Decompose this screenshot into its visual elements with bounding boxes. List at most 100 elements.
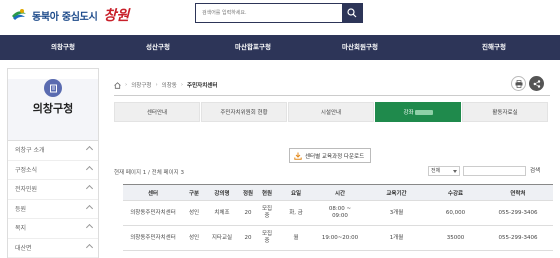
- breadcrumb-separator: ›: [155, 82, 158, 88]
- download-courses-button[interactable]: 센터별 교육과정 다운로드: [289, 148, 371, 163]
- nav-item-masanhappo[interactable]: 마산합포구청: [208, 35, 298, 60]
- tab-archive[interactable]: 활동자료실: [462, 102, 548, 122]
- logo-mark-icon: [10, 6, 28, 24]
- table-cell: 055-299-3406: [483, 200, 553, 226]
- column-header: 센터: [123, 184, 183, 201]
- content-divider: [114, 95, 550, 96]
- table-cell: 성인: [183, 200, 205, 226]
- sidebar-title: 의창구청: [32, 102, 74, 115]
- breadcrumb-item[interactable]: 의창동: [162, 81, 177, 89]
- share-icon: [533, 79, 540, 88]
- chevron-up-icon: [85, 243, 94, 251]
- content-tabs: 센터안내 주민자치위원회 현황 시설안내 강좌 활동자료실: [114, 102, 550, 122]
- table-cell[interactable]: 치체조: [205, 200, 239, 226]
- table-cell: 3개월: [365, 200, 428, 226]
- download-icon: [294, 152, 302, 160]
- sidebar-item-welfare[interactable]: 복지: [8, 219, 98, 239]
- nav-item-seongsan[interactable]: 성산구청: [113, 35, 203, 60]
- share-button[interactable]: [529, 76, 544, 91]
- document-icon: [44, 79, 62, 97]
- sidebar-item-label: 등원: [15, 205, 27, 213]
- breadcrumb-current: 주민자치센터: [187, 83, 218, 89]
- filter-select[interactable]: 전체: [428, 166, 460, 176]
- print-icon: [515, 79, 522, 88]
- table-row[interactable]: 의창동주민자치센터 성인 치체조 20 모집 중 화, 금 08:00 ~ 09…: [123, 200, 553, 226]
- column-header: 요일: [277, 184, 315, 201]
- breadcrumb-separator: ›: [180, 82, 184, 88]
- table-header-row: 센터 구분 강의명 정원 현원 요일 시간 교육기간 수강료 연락처: [123, 184, 553, 201]
- table-cell: 월: [277, 225, 315, 251]
- column-header: 구분: [183, 184, 205, 201]
- chevron-down-icon: [453, 170, 457, 173]
- chevron-up-icon: [85, 223, 94, 232]
- column-header: 강의명: [205, 184, 239, 201]
- filter-search-button[interactable]: 검색: [530, 166, 540, 174]
- chevron-up-icon: [85, 204, 94, 212]
- column-header: 현원: [257, 184, 277, 201]
- chevron-up-icon: [85, 145, 94, 154]
- sidebar-item-intro[interactable]: 의창구 소개: [8, 141, 98, 161]
- table-cell: 20: [239, 200, 257, 226]
- breadcrumb-item[interactable]: 의창구청: [131, 81, 151, 89]
- sidebar-item-register[interactable]: 등원: [8, 200, 98, 219]
- logo-text: 동북아 중심도시: [32, 11, 98, 23]
- redacted-mark: [414, 110, 433, 115]
- search-button[interactable]: [342, 4, 362, 22]
- column-header: 수강료: [428, 184, 483, 201]
- table-cell: 35000: [428, 225, 483, 251]
- sidebar-item-news[interactable]: 구정소식: [8, 161, 98, 180]
- filter-search-input[interactable]: [463, 166, 526, 176]
- page-info: 현재 페이지 1 / 전체 페이지 3: [114, 170, 184, 176]
- table-cell: 19:00~20:00: [315, 225, 365, 251]
- table-cell: 성인: [183, 225, 205, 251]
- home-icon[interactable]: [114, 81, 121, 89]
- column-header: 연락처: [483, 184, 553, 201]
- search-box: [195, 3, 363, 23]
- table-cell: 1개월: [365, 225, 428, 251]
- sidebar-item-label: 전자민원: [15, 186, 38, 193]
- sidebar-item-label: 의창구 소개: [15, 147, 45, 154]
- sidebar-item-label: 복지: [15, 225, 27, 232]
- tab-facility[interactable]: 시설안내: [288, 102, 374, 122]
- table-cell: 의창동주민자치센터: [123, 225, 183, 251]
- site-logo[interactable]: 동북아 중심도시 창원: [10, 5, 129, 25]
- table-cell: 20: [239, 225, 257, 251]
- tab-committee[interactable]: 주민자치위원회 현황: [201, 102, 287, 122]
- table-cell: 화, 금: [277, 200, 315, 226]
- site-header: 동북아 중심도시 창원: [0, 0, 560, 35]
- table-cell[interactable]: 지타교실: [205, 225, 239, 251]
- sidebar-item-label: 구정소식: [15, 166, 38, 174]
- chevron-up-icon: [85, 184, 94, 193]
- main-nav: 의창구청 성산구청 마산합포구청 마산회원구청 진해구청: [0, 35, 560, 60]
- nav-item-masanhoewon[interactable]: 마산회원구청: [315, 35, 405, 60]
- table-cell: 055-299-3406: [483, 225, 553, 251]
- nav-item-jinhae[interactable]: 진해구청: [449, 35, 539, 60]
- filter-select-value: 전체: [431, 168, 441, 174]
- table-row[interactable]: 의창동주민자치센터 성인 지타교실 20 모집 중 월 19:00~20:00 …: [123, 225, 553, 251]
- sidebar-item-daesan[interactable]: 대산면: [8, 239, 98, 258]
- table-cell: 08:00 ~ 09:00: [315, 200, 365, 226]
- courses-table: 센터 구분 강의명 정원 현원 요일 시간 교육기간 수강료 연락처 의창동주민…: [123, 184, 553, 251]
- search-input[interactable]: [196, 4, 342, 22]
- sidebar-item-label: 대산면: [15, 244, 32, 252]
- print-button[interactable]: [511, 76, 526, 91]
- download-label: 센터별 교육과정 다운로드: [305, 153, 365, 160]
- column-header: 교육기간: [365, 184, 428, 201]
- table-cell: 60,000: [428, 200, 483, 226]
- column-header: 정원: [239, 184, 257, 201]
- column-header: 시간: [315, 184, 365, 201]
- table-cell: 모집 중: [257, 225, 277, 251]
- tab-label: 강좌: [403, 110, 414, 116]
- tab-center-info[interactable]: 센터안내: [114, 102, 200, 122]
- sidebar-item-civil[interactable]: 전자민원: [8, 180, 98, 200]
- search-icon: [347, 8, 357, 18]
- tab-courses[interactable]: 강좌: [375, 102, 461, 122]
- sidebar: 의창구청 의창구 소개 구정소식 전자민원 등원 복지 대산면: [7, 68, 99, 258]
- nav-item-uichang[interactable]: 의창구청: [18, 35, 108, 60]
- chevron-up-icon: [85, 165, 94, 173]
- sidebar-header: 의창구청: [8, 79, 98, 141]
- table-cell: 의창동주민자치센터: [123, 200, 183, 226]
- breadcrumb-separator: ›: [125, 82, 128, 88]
- logo-script: 창원: [103, 8, 130, 24]
- breadcrumb: › 의창구청 › 의창동 › 주민자치센터: [114, 81, 217, 89]
